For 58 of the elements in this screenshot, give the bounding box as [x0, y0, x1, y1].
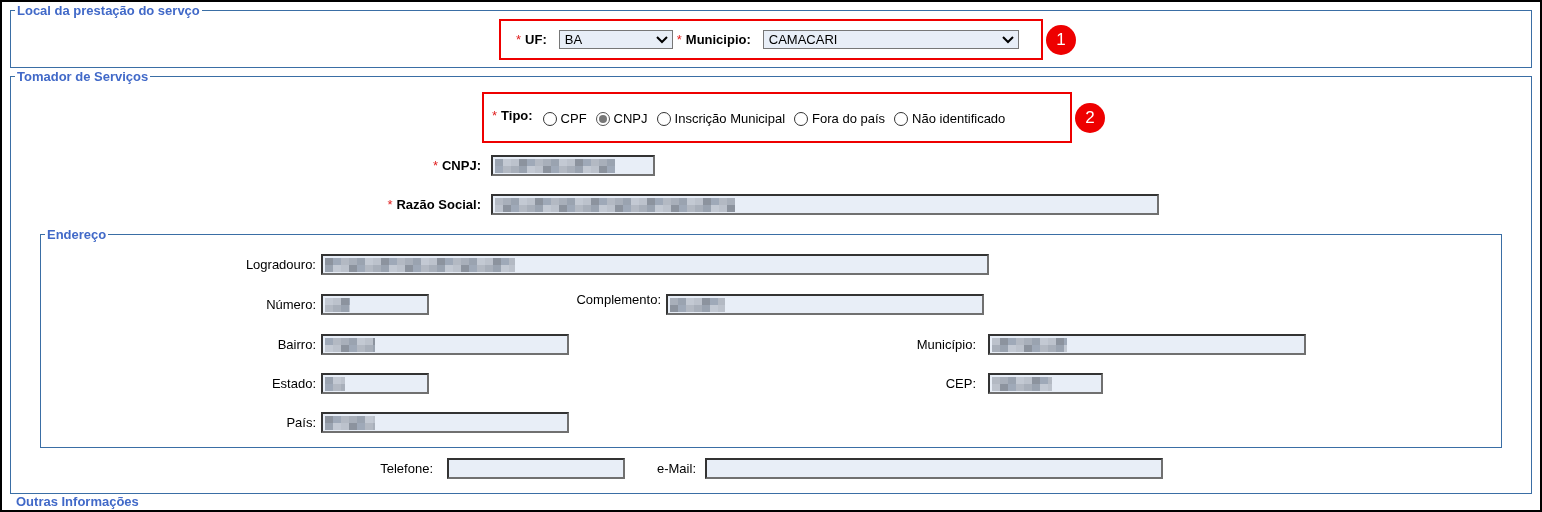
- pixelated-text: [670, 297, 725, 312]
- radio-option[interactable]: CNPJ: [595, 109, 648, 129]
- radio-button[interactable]: [894, 112, 909, 126]
- callout-number: 1: [1046, 24, 1076, 55]
- pixelated-text: [325, 297, 350, 312]
- radio-button[interactable]: [656, 112, 671, 126]
- field-label: Município:: [915, 335, 976, 354]
- field-label: CNPJ:: [442, 156, 481, 175]
- radio-button[interactable]: [794, 112, 809, 126]
- text-field[interactable]: [491, 194, 1159, 215]
- pixelated-text: [325, 415, 375, 430]
- text-field[interactable]: [988, 334, 1306, 355]
- chevron-down-icon: [655, 35, 668, 44]
- field-label: Razão Social:: [396, 195, 481, 214]
- radio-option[interactable]: CPF: [542, 109, 587, 129]
- chevron-down-icon: [1001, 35, 1014, 44]
- text-field[interactable]: [321, 334, 569, 355]
- text-field[interactable]: [321, 373, 429, 394]
- field-label: Número:: [265, 295, 316, 314]
- callout-number: 2: [1075, 102, 1105, 133]
- required-asterisk: *: [492, 107, 498, 125]
- radio-button[interactable]: [595, 112, 610, 126]
- radio-option[interactable]: Fora do país: [794, 109, 886, 129]
- field-label: UF:: [525, 30, 547, 49]
- field-label: Logradouro:: [244, 255, 316, 274]
- required-asterisk: *: [432, 156, 438, 175]
- pixelated-text: [992, 376, 1052, 391]
- text-field[interactable]: [666, 294, 984, 315]
- radio-option[interactable]: Não identificado: [894, 109, 1006, 129]
- radio-option[interactable]: Inscrição Municipal: [656, 109, 786, 129]
- field-label: e-Mail:: [656, 459, 696, 478]
- text-field[interactable]: [321, 254, 989, 275]
- pixelated-text: [325, 337, 375, 352]
- text-field[interactable]: [491, 155, 655, 176]
- text-field[interactable]: [988, 373, 1103, 394]
- section-legend: Outras Informações: [16, 494, 1532, 509]
- section-legend: Tomador de Serviços: [15, 69, 151, 84]
- dropdown[interactable]: CAMACARI: [762, 30, 1019, 49]
- section-legend: Local da prestação do servço: [15, 3, 202, 18]
- text-field[interactable]: [321, 294, 429, 315]
- text-field[interactable]: [705, 458, 1163, 479]
- dropdown[interactable]: BA: [558, 30, 673, 49]
- required-asterisk: *: [516, 30, 522, 49]
- field-label: Telefone:: [379, 459, 433, 478]
- field-label: Bairro:: [276, 335, 316, 354]
- radio-button[interactable]: [542, 112, 557, 126]
- required-asterisk: *: [387, 195, 393, 214]
- section-legend: Endereço: [45, 227, 109, 242]
- field-label: Tipo:: [501, 107, 533, 125]
- field-label: Estado:: [270, 374, 316, 393]
- field-label: Municipio:: [685, 30, 751, 49]
- text-field[interactable]: [321, 412, 569, 433]
- text-field[interactable]: [447, 458, 625, 479]
- required-asterisk: *: [676, 30, 682, 49]
- field-label: País:: [285, 413, 316, 432]
- field-label: Complemento:: [575, 291, 661, 309]
- field-label: CEP:: [944, 374, 976, 393]
- pixelated-text: [325, 376, 345, 391]
